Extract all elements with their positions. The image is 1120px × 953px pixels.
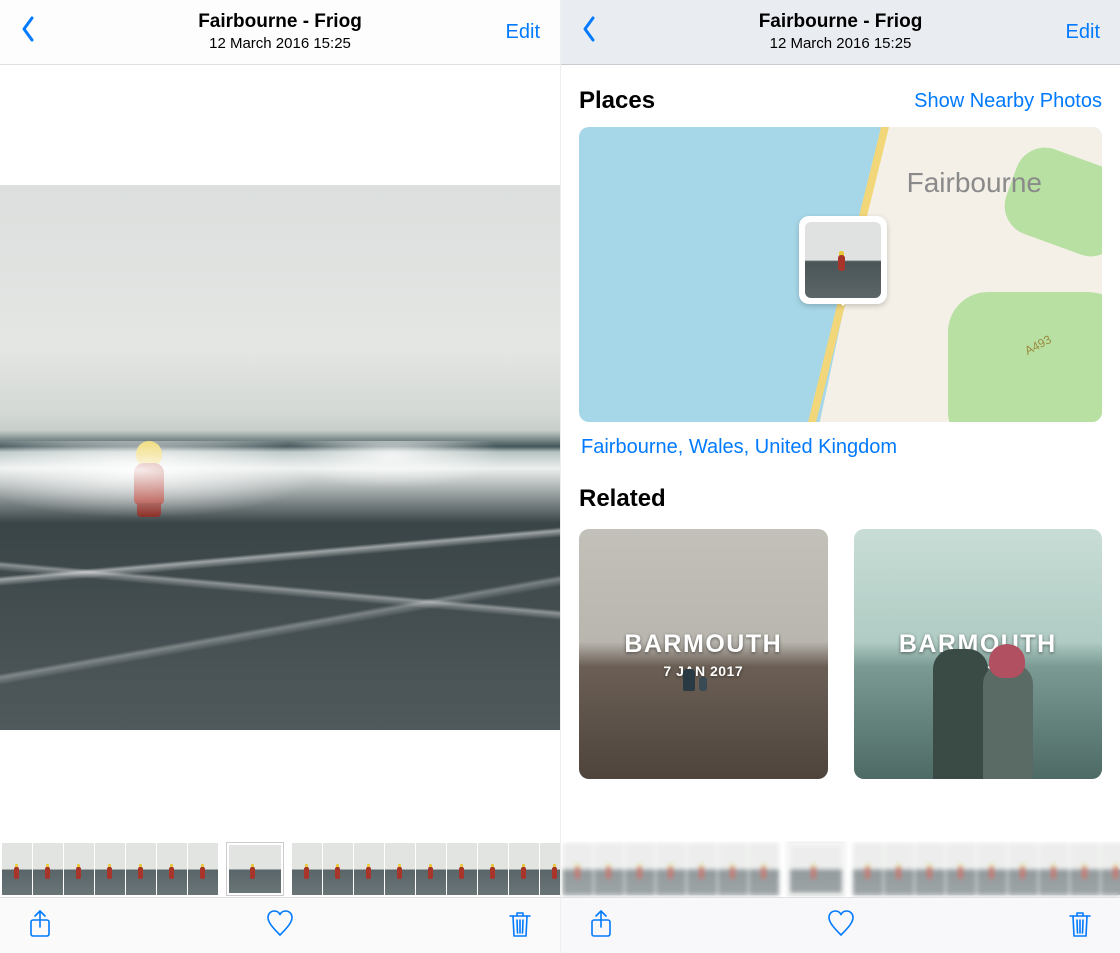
filmstrip-thumb[interactable] — [157, 843, 187, 895]
related-card[interactable]: BARMOUTH 7 JAN 2017 — [579, 529, 828, 779]
bottom-toolbar — [561, 897, 1120, 953]
filmstrip[interactable] — [561, 841, 1120, 897]
delete-button[interactable] — [1062, 904, 1098, 947]
related-card-title: BARMOUTH — [624, 630, 782, 659]
photo-subject — [129, 441, 169, 521]
filmstrip-thumb[interactable] — [1039, 843, 1069, 895]
filmstrip-thumb[interactable] — [188, 843, 218, 895]
filmstrip-thumb[interactable] — [563, 843, 593, 895]
back-button[interactable] — [573, 9, 605, 55]
favorite-button[interactable] — [262, 904, 298, 947]
bottom-toolbar — [0, 897, 560, 953]
edit-button[interactable]: Edit — [498, 15, 548, 50]
filmstrip-thumb[interactable] — [749, 843, 779, 895]
filmstrip[interactable] — [0, 841, 560, 897]
filmstrip-thumb[interactable] — [126, 843, 156, 895]
filmstrip-thumb[interactable] — [385, 843, 415, 895]
delete-button[interactable] — [502, 904, 538, 947]
filmstrip-thumb[interactable] — [416, 843, 446, 895]
page-subtitle: 12 March 2016 15:25 — [561, 35, 1120, 52]
share-button[interactable] — [22, 904, 58, 947]
filmstrip-thumb[interactable] — [292, 843, 322, 895]
filmstrip-thumb[interactable] — [354, 843, 384, 895]
filmstrip-thumb[interactable] — [718, 843, 748, 895]
filmstrip-thumb-selected[interactable] — [227, 843, 283, 895]
filmstrip-thumb[interactable] — [656, 843, 686, 895]
nav-bar: Fairbourne - Friog 12 March 2016 15:25 E… — [0, 0, 560, 65]
map-view[interactable]: A493 Fairbourne — [579, 127, 1102, 422]
page-title: Fairbourne - Friog — [561, 12, 1120, 33]
favorite-button[interactable] — [823, 904, 859, 947]
places-heading: Places — [579, 87, 655, 115]
location-link[interactable]: Fairbourne, Wales, United Kingdom — [581, 436, 1100, 459]
nav-bar: Fairbourne - Friog 12 March 2016 15:25 E… — [561, 0, 1120, 65]
related-card[interactable]: BARMOUTH 4 JAN 2013 — [854, 529, 1103, 779]
filmstrip-thumb[interactable] — [323, 843, 353, 895]
filmstrip-thumb[interactable] — [33, 843, 63, 895]
page-title: Fairbourne - Friog — [0, 12, 560, 33]
map-photo-pin[interactable] — [799, 216, 887, 304]
details-content[interactable]: Places Show Nearby Photos A493 Fairbourn… — [561, 65, 1120, 953]
filmstrip-thumb[interactable] — [478, 843, 508, 895]
filmstrip-thumb[interactable] — [687, 843, 717, 895]
filmstrip-thumb[interactable] — [1070, 843, 1100, 895]
main-photo[interactable] — [0, 185, 560, 730]
filmstrip-thumb[interactable] — [2, 843, 32, 895]
page-subtitle: 12 March 2016 15:25 — [0, 35, 560, 52]
filmstrip-thumb[interactable] — [540, 843, 560, 895]
map-town-label: Fairbourne — [907, 167, 1042, 199]
back-button[interactable] — [12, 9, 44, 55]
share-button[interactable] — [583, 904, 619, 947]
filmstrip-thumb[interactable] — [853, 843, 883, 895]
filmstrip-thumb[interactable] — [447, 843, 477, 895]
filmstrip-thumb[interactable] — [977, 843, 1007, 895]
filmstrip-thumb[interactable] — [946, 843, 976, 895]
filmstrip-thumb[interactable] — [95, 843, 125, 895]
photo-content[interactable] — [0, 65, 560, 953]
photo-viewer-pane: Fairbourne - Friog 12 March 2016 15:25 E… — [0, 0, 560, 953]
filmstrip-thumb[interactable] — [64, 843, 94, 895]
filmstrip-thumb[interactable] — [915, 843, 945, 895]
filmstrip-thumb[interactable] — [1008, 843, 1038, 895]
photo-details-pane: Fairbourne - Friog 12 March 2016 15:25 E… — [560, 0, 1120, 953]
filmstrip-thumb-selected[interactable] — [788, 843, 844, 895]
edit-button[interactable]: Edit — [1058, 15, 1108, 50]
filmstrip-thumb[interactable] — [1101, 843, 1120, 895]
filmstrip-thumb[interactable] — [594, 843, 624, 895]
show-nearby-link[interactable]: Show Nearby Photos — [914, 90, 1102, 113]
related-heading: Related — [579, 485, 666, 513]
filmstrip-thumb[interactable] — [509, 843, 539, 895]
filmstrip-thumb[interactable] — [625, 843, 655, 895]
filmstrip-thumb[interactable] — [884, 843, 914, 895]
